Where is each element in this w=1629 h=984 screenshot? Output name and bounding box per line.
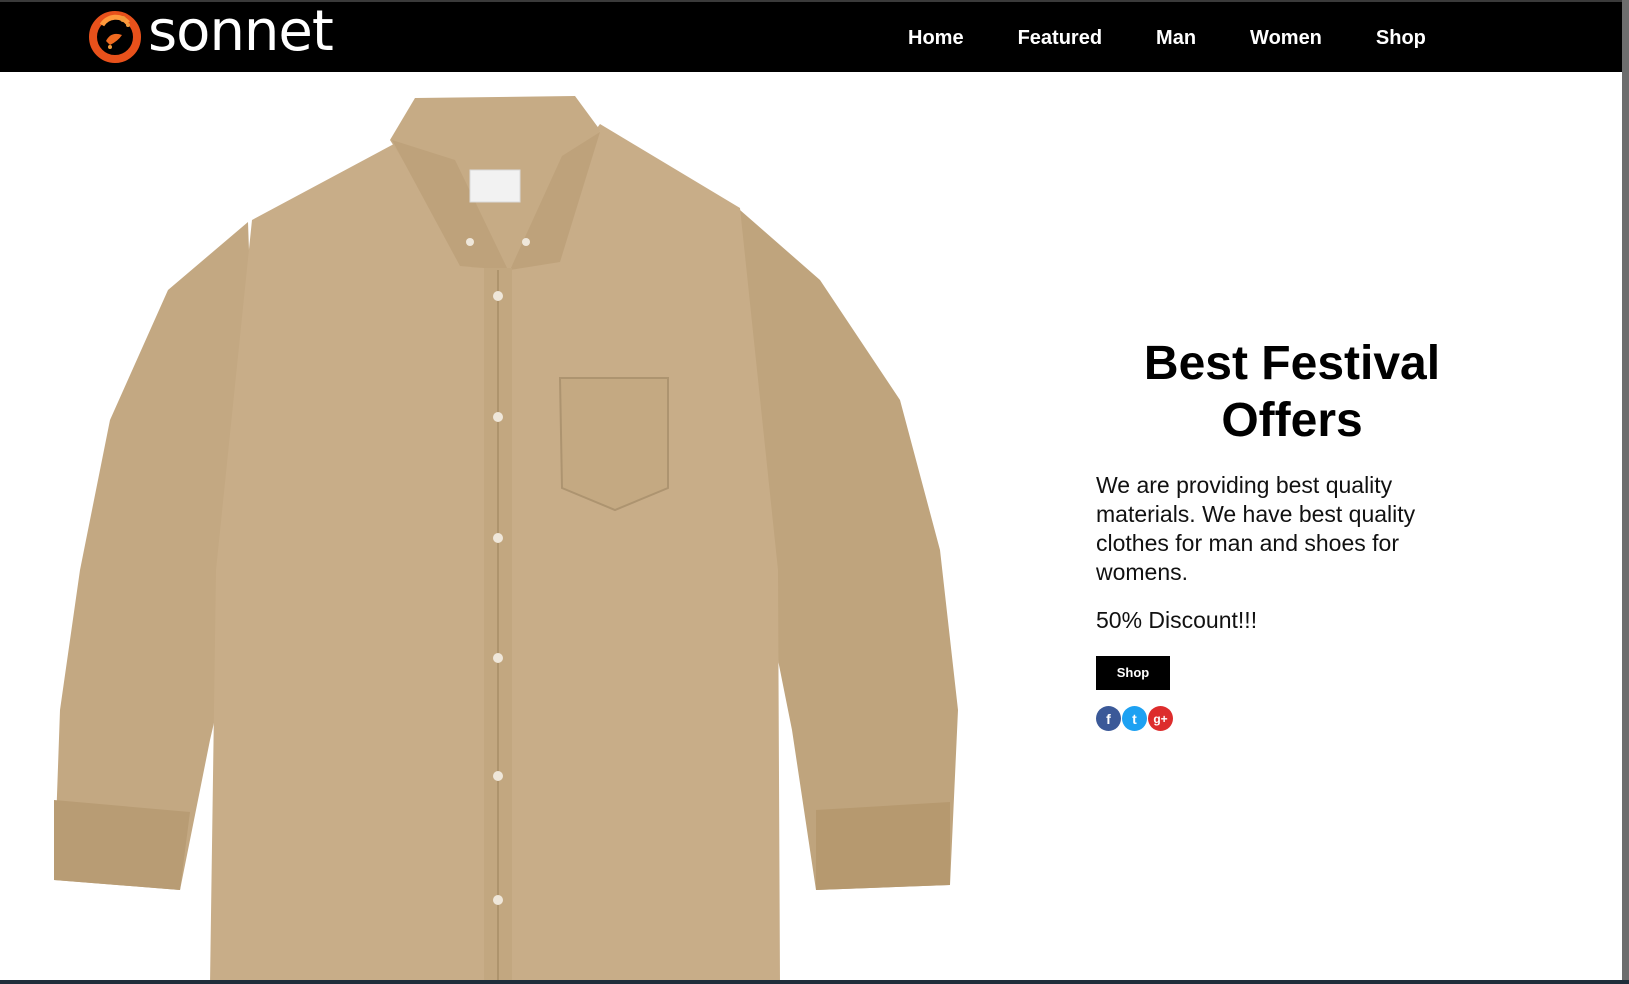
promo-discount: 50% Discount!!! [1096,607,1258,633]
social-links: f t g+ [1096,706,1496,731]
nav-shop[interactable]: Shop [1376,27,1426,50]
top-navbar: sonnet Home Featured Man Women Shop [0,0,1629,72]
bottom-strip [0,980,1629,984]
main-nav: Home Featured Man Women Shop [908,2,1426,74]
brand-name: sonnet [148,0,334,64]
nav-featured[interactable]: Featured [1018,27,1102,50]
brand-logo[interactable]: sonnet [88,0,334,69]
promo-title: Best Festival Offers [1143,337,1441,447]
shop-button[interactable]: Shop [1096,656,1170,690]
promo-panel: Best Festival Offers We are providing be… [1096,335,1496,731]
page: sonnet Home Featured Man Women Shop Best… [0,0,1629,984]
window-edge [1622,0,1629,984]
nav-home[interactable]: Home [908,27,964,50]
twitter-icon[interactable]: t [1122,706,1147,731]
hero-shirt-image [54,96,958,984]
promo-description: We are providing best quality materials.… [1096,472,1416,585]
facebook-icon[interactable]: f [1096,706,1121,731]
sonnet-logo-icon [89,11,141,63]
nav-man[interactable]: Man [1156,27,1196,50]
google-plus-icon[interactable]: g+ [1148,706,1173,731]
nav-women[interactable]: Women [1250,27,1322,50]
